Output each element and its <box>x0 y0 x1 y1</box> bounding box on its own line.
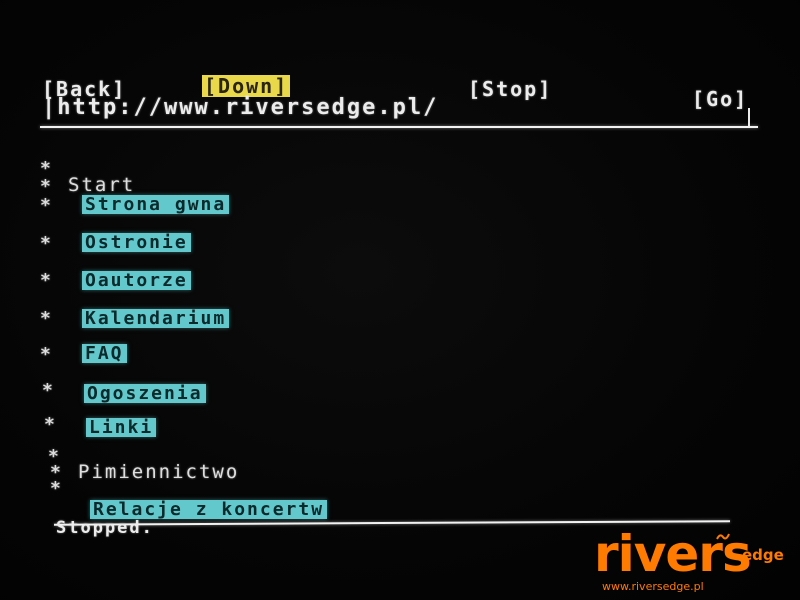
bullet-star: * <box>42 380 55 401</box>
status-text: Stopped. <box>56 518 154 538</box>
bullet-star: * <box>40 195 53 216</box>
link-strona-glowna[interactable]: Strona gwna <box>82 195 230 214</box>
section-heading-pismiennictwo: Pimiennictwo <box>78 461 240 483</box>
section-heading-start: Start <box>68 174 136 196</box>
link-faq[interactable]: FAQ <box>82 344 127 363</box>
wave-icon <box>716 533 730 540</box>
link-o-autorze[interactable]: Oautorze <box>82 271 191 290</box>
riversedge-logo: rivers edge www.riversedge.pl <box>594 528 794 596</box>
url-input[interactable]: |http://www.riversedge.pl/ <box>42 97 438 119</box>
stop-button[interactable]: [Stop] <box>468 78 552 100</box>
bullet-star: * <box>50 478 63 499</box>
link-linki[interactable]: Linki <box>86 418 157 437</box>
browser-screen: [Back] [Down] [Stop] [Go] |http://www.ri… <box>0 0 800 600</box>
bullet-star: * <box>44 414 57 435</box>
url-field-end-bar <box>748 108 750 126</box>
go-button[interactable]: [Go] <box>692 88 748 110</box>
bullet-star: * <box>40 308 53 329</box>
logo-url: www.riversedge.pl <box>602 580 704 593</box>
bullet-star: * <box>40 270 53 291</box>
logo-wordmark-suffix: edge <box>742 546 784 564</box>
bullet-star: * <box>40 176 53 197</box>
link-kalendarium[interactable]: Kalendarium <box>82 309 230 328</box>
toolbar-divider <box>40 126 758 128</box>
link-o-stronie[interactable]: Ostronie <box>82 233 191 252</box>
bullet-star: * <box>40 233 53 254</box>
down-button[interactable]: [Down] <box>202 75 291 97</box>
bullet-star: * <box>40 344 53 365</box>
link-ogloszenia[interactable]: Ogoszenia <box>84 384 206 403</box>
link-relacje-z-koncertow[interactable]: Relacje z koncertw <box>90 500 328 519</box>
